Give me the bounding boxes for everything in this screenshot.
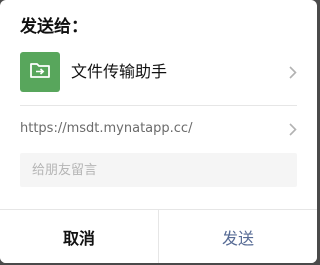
recipient-name: 文件传输助手: [71, 62, 168, 81]
dialog-title: 发送给：: [20, 17, 88, 37]
cancel-button[interactable]: 取消: [0, 210, 158, 263]
message-input[interactable]: [20, 153, 297, 187]
share-dialog: 发送给： 文件传输助手 https://msdt.mynatapp.cc/ 取消…: [0, 0, 317, 263]
recipient-avatar: [20, 52, 60, 92]
file-transfer-icon: [30, 62, 50, 82]
chevron-right-icon: [289, 65, 297, 79]
divider: [20, 105, 297, 106]
send-button[interactable]: 发送: [158, 210, 317, 263]
link-url: https://msdt.mynatapp.cc/: [20, 121, 193, 136]
dialog-footer: 取消 发送: [0, 209, 317, 263]
link-preview-row[interactable]: https://msdt.mynatapp.cc/: [20, 118, 297, 140]
chevron-right-icon: [289, 122, 297, 136]
recipient-row[interactable]: 文件传输助手: [20, 52, 297, 92]
